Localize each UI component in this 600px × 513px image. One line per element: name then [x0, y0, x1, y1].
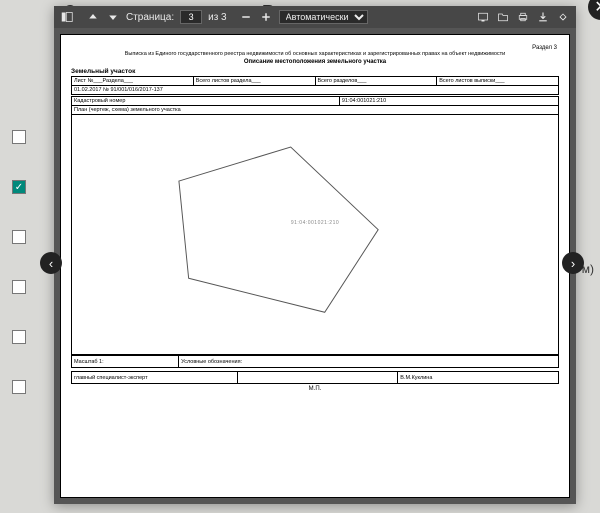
foot1-c1: Масштаб 1:: [72, 356, 179, 368]
checkbox-1[interactable]: [12, 130, 26, 144]
foot2-c1: главный специалист-эксперт: [72, 372, 238, 384]
meta-table: Лист №___Раздела___ Всего листов раздела…: [71, 76, 559, 95]
kad-value: 91:04:001021:210: [339, 97, 558, 106]
meta-c4: Всего листов выписки___: [437, 77, 559, 86]
document-modal: Страница: из 3 Автоматически: [54, 6, 576, 504]
doc-title: Выписка из Единого государственного реес…: [71, 51, 559, 58]
checkbox-2[interactable]: ✓: [12, 180, 26, 194]
land-label: Земельный участок: [71, 68, 559, 75]
page-label: Страница:: [126, 12, 174, 23]
page-number-input[interactable]: [180, 10, 202, 24]
page-up-icon[interactable]: [86, 10, 100, 24]
prev-button[interactable]: ‹: [40, 252, 62, 274]
plan-center-text: 91:04:001021:210: [291, 220, 339, 226]
document-page: Раздел 3 Выписка из Единого государствен…: [60, 34, 570, 498]
mp-label: М.П.: [71, 386, 559, 392]
foot-table-2: главный специалист-эксперт В.М.Куклина: [71, 371, 559, 384]
sidebar-checkbox-group: ✓: [12, 130, 26, 394]
page-of-label: из 3: [208, 12, 227, 23]
kad-table: Кадастровый номер 91:04:001021:210: [71, 96, 559, 106]
open-file-icon[interactable]: [496, 10, 510, 24]
meta-date-num: 01.02.2017 № 91/001/016/2017-137: [72, 86, 559, 95]
zoom-in-icon[interactable]: [259, 10, 273, 24]
foot2-c2: [237, 372, 398, 384]
page-down-icon[interactable]: [106, 10, 120, 24]
checkbox-5[interactable]: [12, 330, 26, 344]
checkbox-3[interactable]: [12, 230, 26, 244]
doc-subtitle: Описание местоположения земельного участ…: [71, 59, 559, 65]
section-number: Раздел 3: [532, 45, 557, 51]
zoom-out-icon[interactable]: [239, 10, 253, 24]
pdf-page-area[interactable]: Раздел 3 Выписка из Единого государствен…: [54, 28, 576, 504]
print-icon[interactable]: [516, 10, 530, 24]
presentation-icon[interactable]: [476, 10, 490, 24]
meta-c2: Всего листов раздела___: [193, 77, 315, 86]
pdf-toolbar: Страница: из 3 Автоматически: [54, 6, 576, 28]
kad-label: Кадастровый номер: [72, 97, 340, 106]
download-icon[interactable]: [536, 10, 550, 24]
foot2-c3: В.М.Куклина: [398, 372, 559, 384]
foot-table-1: Масштаб 1: Условные обозначения:: [71, 355, 559, 368]
checkbox-4[interactable]: [12, 280, 26, 294]
plan-box: 91:04:001021:210: [71, 115, 559, 355]
plan-label: План (чертеж, схема) земельного участка: [71, 106, 559, 115]
checkbox-6[interactable]: [12, 380, 26, 394]
foot1-c2: Условные обозначения:: [179, 356, 559, 368]
tools-icon[interactable]: [556, 10, 570, 24]
meta-c3: Всего разделов___: [315, 77, 437, 86]
meta-c1: Лист №___Раздела___: [72, 77, 194, 86]
next-button[interactable]: ›: [562, 252, 584, 274]
zoom-select[interactable]: Автоматически: [279, 10, 368, 24]
parcel-shape: [72, 115, 558, 354]
close-button[interactable]: ✕: [588, 0, 600, 20]
pdf-viewer: Страница: из 3 Автоматически: [54, 6, 576, 504]
sidebar-toggle-icon[interactable]: [60, 10, 74, 24]
